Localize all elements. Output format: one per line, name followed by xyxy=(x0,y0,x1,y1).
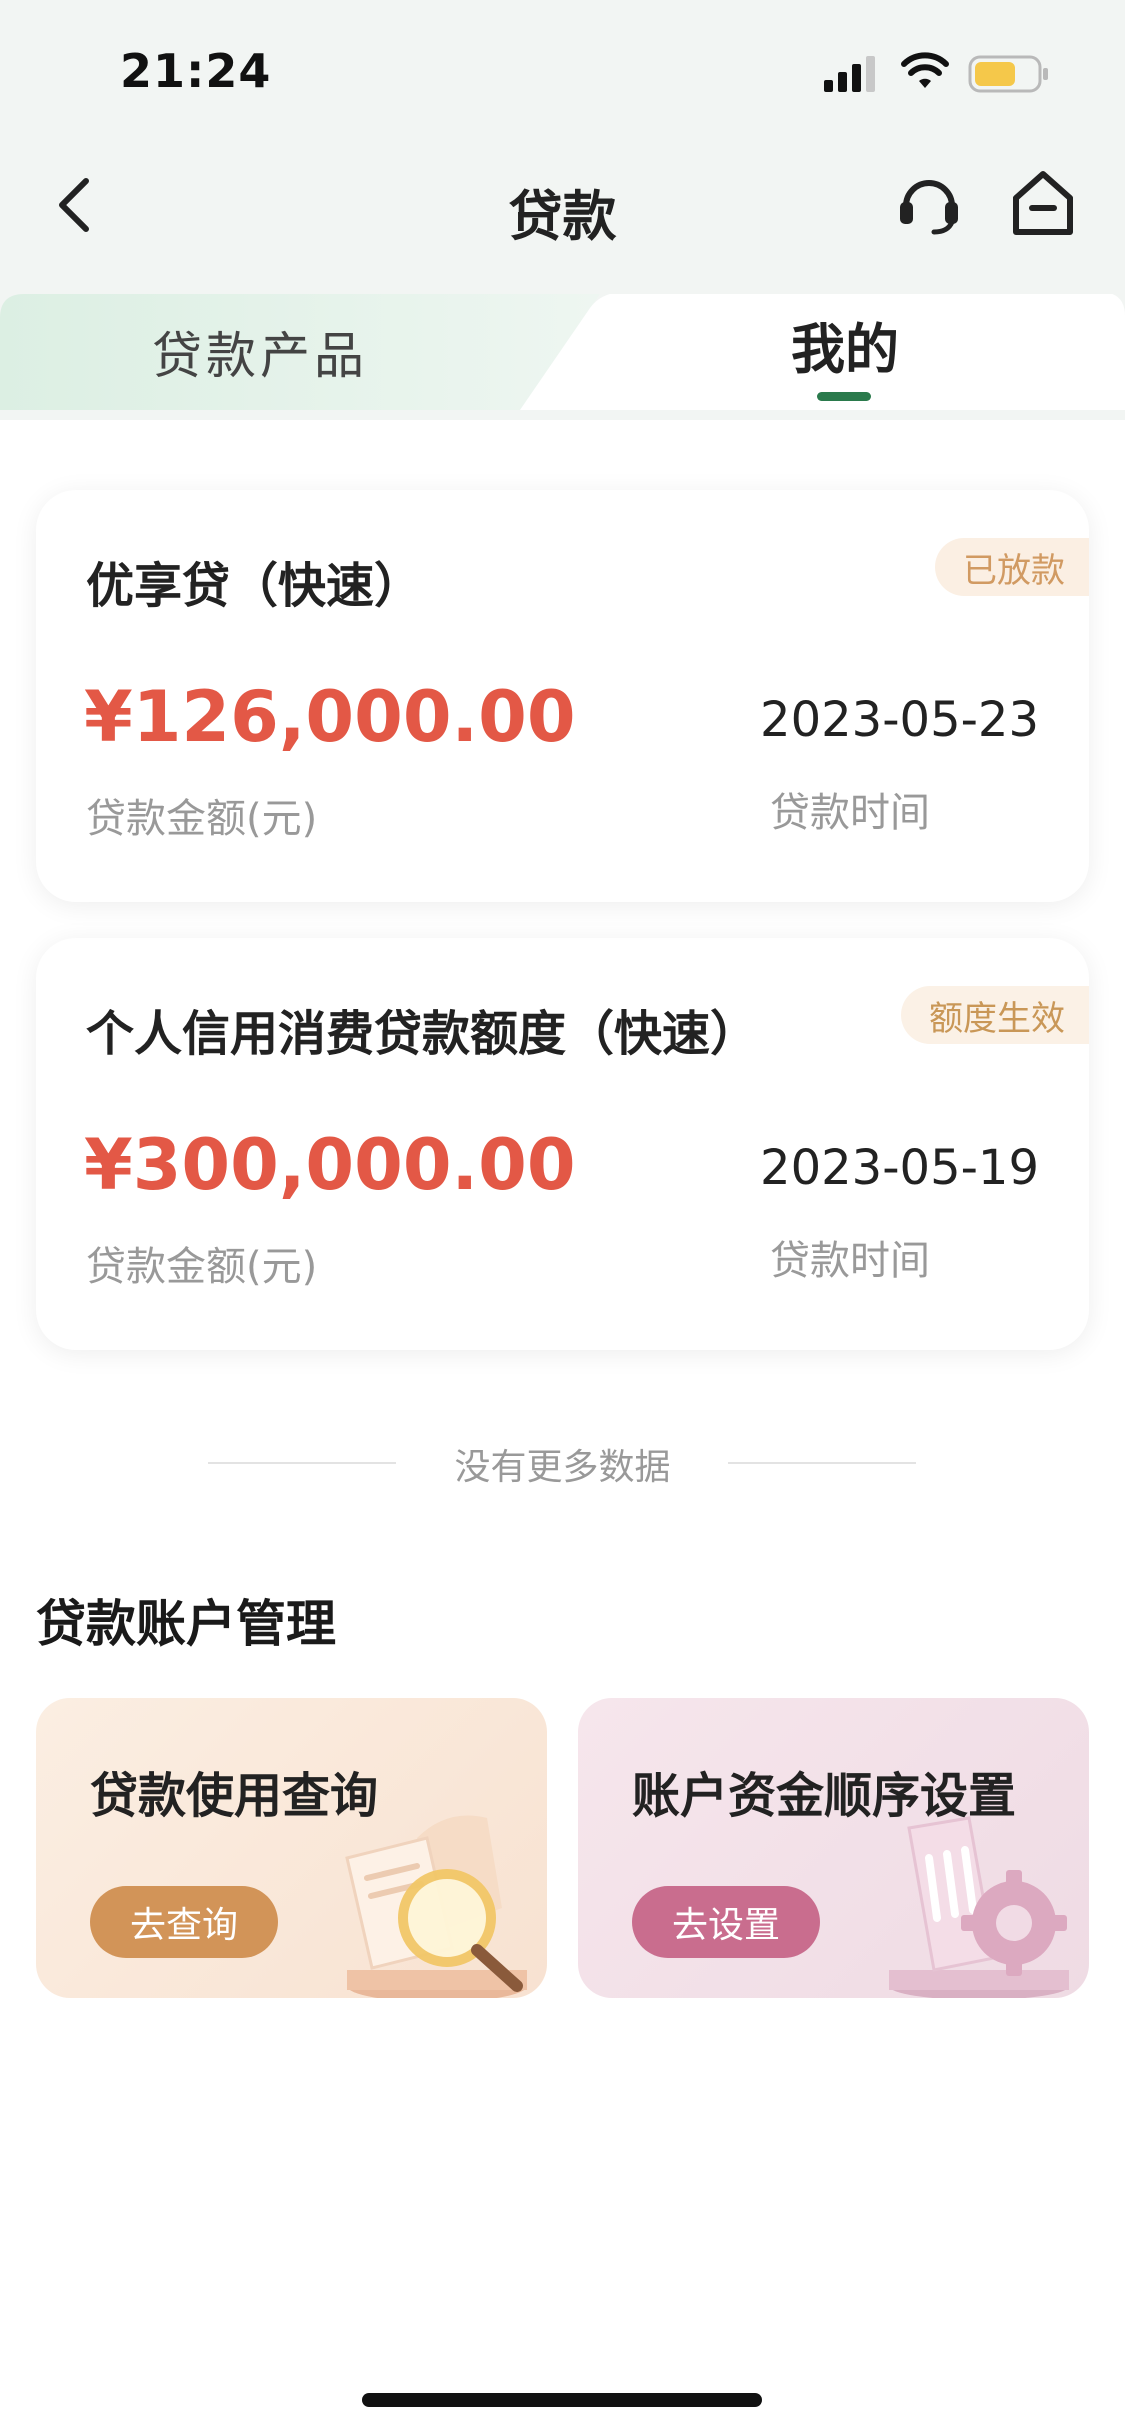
status-badge: 额度生效 xyxy=(901,986,1089,1044)
loan-date: 2023-05-23 xyxy=(760,692,1039,748)
setting-button[interactable]: 去设置 xyxy=(632,1886,820,1958)
headset-icon xyxy=(900,180,958,235)
loan-date-label: 贷款时间 xyxy=(770,790,930,836)
loan-card[interactable]: 个人信用消费贷款额度（快速） 额度生效 ¥300,000.00 贷款金额(元) … xyxy=(36,938,1089,1350)
status-badge: 已放款 xyxy=(935,538,1089,596)
phone-gear-icon xyxy=(889,1816,1069,1998)
account-fund-order-card[interactable]: 账户资金顺序设置 去设置 xyxy=(578,1698,1089,1998)
divider-line xyxy=(728,1462,916,1464)
home-button[interactable] xyxy=(1006,164,1080,242)
nav-bar: 贷款 xyxy=(0,150,1125,260)
loan-date-label: 贷款时间 xyxy=(770,1238,930,1284)
tab-mine[interactable]: 我的 xyxy=(600,286,1090,402)
loan-card[interactable]: 优享贷（快速） 已放款 ¥126,000.00 贷款金额(元) 2023-05-… xyxy=(36,490,1089,902)
loan-amount: ¥300,000.00 xyxy=(84,1124,576,1206)
loan-amount-label: 贷款金额(元) xyxy=(86,796,318,842)
loan-amount-label: 贷款金额(元) xyxy=(86,1244,318,1290)
status-time: 21:24 xyxy=(120,44,272,98)
active-tab-indicator xyxy=(817,392,871,401)
no-more-divider: 没有更多数据 xyxy=(0,1430,1125,1490)
loan-name: 个人信用消费贷款额度（快速） xyxy=(86,1006,759,1062)
customer-service-button[interactable] xyxy=(892,166,966,240)
magnifier-document-icon xyxy=(345,1815,527,1998)
home-icon xyxy=(1013,171,1073,235)
loan-amount: ¥126,000.00 xyxy=(84,676,576,758)
tab-bar: 贷款产品 我的 xyxy=(0,268,1125,410)
section-title: 贷款账户管理 xyxy=(36,1595,336,1653)
cellular-signal-icon xyxy=(824,56,875,92)
loan-usage-query-card[interactable]: 贷款使用查询 去查询 xyxy=(36,1698,547,1998)
battery-icon xyxy=(968,55,1048,93)
status-bar: 21:24 xyxy=(0,0,1125,150)
loan-date: 2023-05-19 xyxy=(760,1140,1039,1196)
wifi-icon xyxy=(901,52,949,88)
tab-loan-products[interactable]: 贷款产品 xyxy=(0,294,560,410)
query-button[interactable]: 去查询 xyxy=(90,1886,278,1958)
loan-name: 优享贷（快速） xyxy=(86,558,423,614)
no-more-text: 没有更多数据 xyxy=(454,1447,671,1488)
home-indicator[interactable] xyxy=(362,2393,762,2407)
